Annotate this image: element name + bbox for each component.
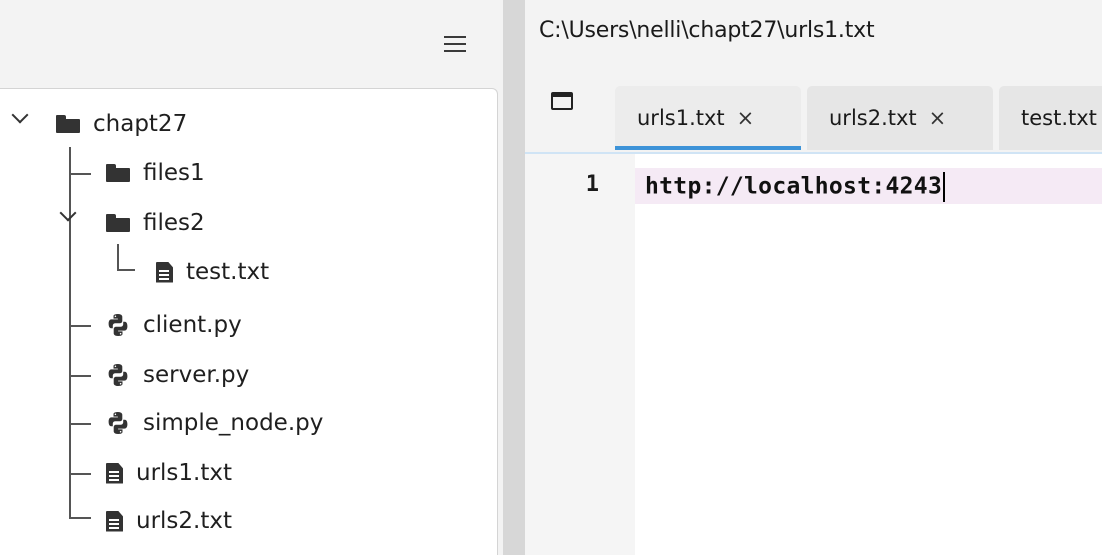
close-icon[interactable]: × [929, 106, 947, 130]
tree-item-urls2-txt[interactable]: urls2.txt [106, 503, 232, 539]
file-text-icon [106, 462, 123, 484]
tab-label: test.txt [1021, 106, 1097, 130]
tree-item-label: files1 [143, 160, 205, 186]
tree-item-label: urls1.txt [136, 460, 232, 486]
tree-item-client-py[interactable]: client.py [106, 307, 242, 343]
tab-strip: urls1.txt × urls2.txt × test.txt × [525, 60, 1102, 152]
tab-urls1-txt[interactable]: urls1.txt × [615, 86, 801, 150]
tree-connector [69, 375, 91, 377]
hamburger-menu-icon[interactable] [441, 30, 469, 58]
tree-connector [69, 517, 91, 519]
tree-item-chapt27[interactable]: chapt27 [56, 106, 187, 142]
tree-connector [69, 423, 91, 425]
folder-icon [106, 214, 130, 232]
pane-splitter[interactable] [503, 0, 525, 555]
tab-urls2-txt[interactable]: urls2.txt × [807, 86, 993, 150]
file-path: C:\Users\nelli\chapt27\urls1.txt [539, 17, 875, 43]
tree-item-label: files2 [143, 210, 205, 236]
editor-pane: C:\Users\nelli\chapt27\urls1.txt urls1.t… [525, 0, 1102, 555]
code-line-text[interactable]: http://localhost:4243 [645, 172, 946, 202]
tree-item-urls1-txt[interactable]: urls1.txt [106, 455, 232, 491]
close-icon[interactable]: × [737, 106, 755, 130]
file-explorer-pane: chapt27 files1 files2 test.txt client.py [0, 0, 503, 555]
tree-connector [117, 269, 135, 271]
tree-connector [117, 244, 119, 270]
text-caret [943, 172, 946, 202]
tab-label: urls2.txt [829, 106, 917, 130]
tree-item-label: client.py [143, 312, 242, 338]
chevron-down-icon[interactable] [59, 204, 77, 222]
tree-item-label: simple_node.py [143, 410, 324, 436]
code-editor[interactable]: 1 http://localhost:4243 [525, 152, 1102, 555]
file-text-icon [106, 510, 123, 532]
python-icon [108, 314, 128, 336]
chevron-down-icon[interactable] [11, 106, 29, 124]
python-icon [108, 412, 128, 434]
tree-connector [69, 325, 91, 327]
python-icon [108, 364, 128, 386]
code-text: http://localhost:4243 [645, 173, 943, 200]
tree-item-test-txt[interactable]: test.txt [156, 254, 269, 290]
tree-item-label: test.txt [186, 259, 270, 285]
folder-icon [56, 115, 80, 133]
tree-item-files2[interactable]: files2 [106, 205, 205, 241]
file-text-icon [156, 261, 173, 283]
folder-icon [106, 164, 130, 182]
tree-item-simple-node-py[interactable]: simple_node.py [106, 405, 323, 441]
explorer-toolbar [0, 0, 503, 88]
tree-item-files1[interactable]: files1 [106, 155, 205, 191]
tree-connector [69, 173, 91, 175]
tab-label: urls1.txt [637, 106, 725, 130]
tree-item-label: urls2.txt [136, 508, 232, 534]
tree-connector [69, 147, 71, 518]
window-icon[interactable] [551, 92, 573, 110]
tab-test-txt[interactable]: test.txt × [999, 86, 1102, 150]
line-number: 1 [585, 172, 599, 197]
tree-item-label: chapt27 [93, 111, 188, 137]
tree-item-label: server.py [143, 362, 250, 388]
tree-item-server-py[interactable]: server.py [106, 357, 249, 393]
file-path-bar: C:\Users\nelli\chapt27\urls1.txt [525, 0, 1102, 60]
current-line-highlight: http://localhost:4243 [635, 168, 1102, 204]
tree-connector [69, 473, 91, 475]
file-tree: chapt27 files1 files2 test.txt client.py [0, 88, 498, 555]
line-number-gutter: 1 [525, 154, 635, 555]
